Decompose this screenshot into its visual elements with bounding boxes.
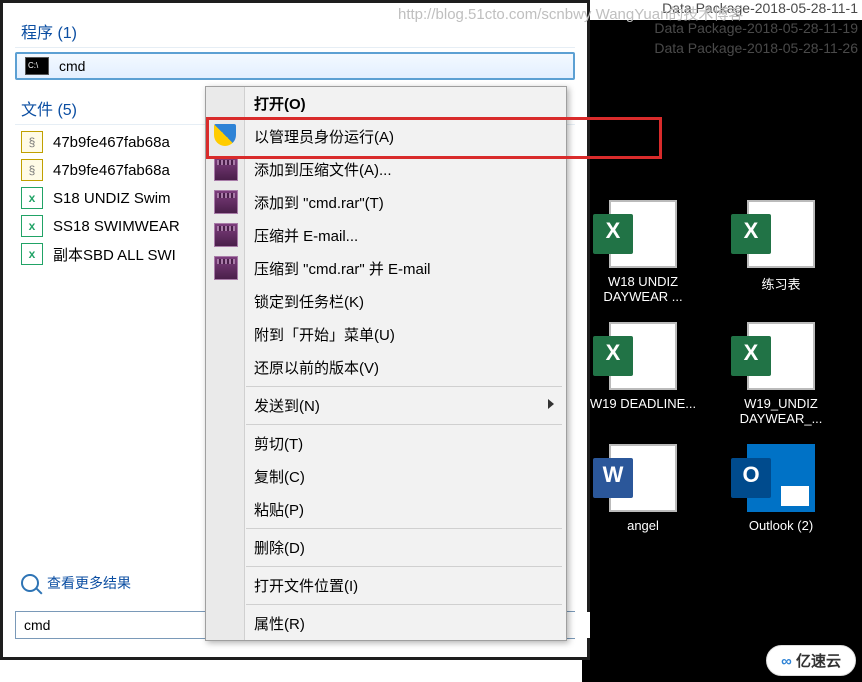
context-menu-item[interactable]: 添加到压缩文件(A)... — [206, 153, 566, 186]
context-menu-separator — [246, 386, 562, 387]
context-menu-item[interactable]: 还原以前的版本(V) — [206, 351, 566, 384]
search-result-label: SS18 SWIMWEAR — [53, 218, 180, 235]
search-result-label: cmd — [59, 58, 85, 74]
search-result-label: S18 UNDIZ Swim — [53, 190, 171, 207]
context-menu-item[interactable]: 粘贴(P) — [206, 493, 566, 526]
desktop-file-label: W19_UNDIZ DAYWEAR_... — [740, 396, 823, 426]
excel-icon: x — [21, 187, 43, 209]
script-icon: § — [21, 159, 43, 181]
rar-icon — [214, 256, 238, 280]
yisu-logo: ∞ 亿速云 — [766, 645, 856, 676]
context-menu-separator — [246, 566, 562, 567]
excel-icon — [609, 322, 677, 390]
excel-icon — [747, 200, 815, 268]
rar-icon — [214, 190, 238, 214]
context-menu-item[interactable]: 锁定到任务栏(K) — [206, 285, 566, 318]
desktop-file[interactable]: Outlook (2) — [726, 444, 836, 533]
desktop-file[interactable]: W18 UNDIZ DAYWEAR ... — [588, 200, 698, 304]
desktop-file[interactable]: W19 DEADLINE... — [588, 322, 698, 426]
chevron-right-icon — [548, 399, 554, 409]
rar-icon — [214, 223, 238, 247]
context-menu-item[interactable]: 添加到 "cmd.rar"(T) — [206, 186, 566, 219]
desktop-file[interactable]: angel — [588, 444, 698, 533]
shield-icon — [214, 124, 236, 146]
context-menu-item[interactable]: 复制(C) — [206, 460, 566, 493]
script-icon: § — [21, 131, 43, 153]
context-menu-item[interactable]: 打开文件位置(I) — [206, 569, 566, 602]
desktop-file-label: W19 DEADLINE... — [590, 396, 696, 411]
desktop-area: W18 UNDIZ DAYWEAR ... 练习表 W19 DEADLINE..… — [582, 0, 862, 682]
search-result-label: 47b9fe467fab68a — [53, 134, 170, 151]
rar-icon — [214, 157, 238, 181]
outlook-icon — [747, 444, 815, 512]
divider — [15, 47, 575, 48]
context-menu-separator — [246, 528, 562, 529]
search-icon — [21, 574, 39, 592]
cmd-icon: C:\ — [25, 57, 49, 75]
context-menu-separator — [246, 424, 562, 425]
excel-icon: x — [21, 215, 43, 237]
search-result-label: 副本SBD ALL SWI — [53, 244, 176, 265]
context-menu-item[interactable]: 发送到(N) — [206, 389, 566, 422]
context-menu-item[interactable]: 压缩并 E-mail... — [206, 219, 566, 252]
context-menu-item[interactable]: 压缩到 "cmd.rar" 并 E-mail — [206, 252, 566, 285]
desktop-file-label: Outlook (2) — [749, 518, 813, 533]
context-menu-item[interactable]: 属性(R) — [206, 607, 566, 640]
desktop-file[interactable]: W19_UNDIZ DAYWEAR_... — [726, 322, 836, 426]
context-menu-item[interactable]: 附到「开始」菜单(U) — [206, 318, 566, 351]
desktop-file[interactable]: 练习表 — [726, 200, 836, 304]
desktop-file-label: W18 UNDIZ DAYWEAR ... — [603, 274, 682, 304]
watermark-text: http://blog.51cto.com/scnbwy WangYuan的技术… — [398, 3, 743, 24]
desktop-file-label: 练习表 — [761, 277, 800, 292]
context-menu-separator — [246, 604, 562, 605]
context-menu-item[interactable]: 打开(O) — [206, 87, 566, 120]
context-menu-item[interactable]: 以管理员身份运行(A) — [206, 120, 566, 153]
see-more-label: 查看更多结果 — [47, 573, 131, 593]
top-file-3: Data Package-2018-05-28-11-26 — [654, 40, 858, 56]
context-menu: 打开(O)以管理员身份运行(A)添加到压缩文件(A)...添加到 "cmd.ra… — [205, 86, 567, 641]
search-result-label: 47b9fe467fab68a — [53, 162, 170, 179]
context-menu-item[interactable]: 剪切(T) — [206, 427, 566, 460]
excel-icon — [609, 200, 677, 268]
see-more-results[interactable]: 查看更多结果 — [21, 573, 131, 593]
excel-icon: x — [21, 243, 43, 265]
search-result-cmd[interactable]: C:\ cmd — [15, 52, 575, 80]
context-menu-item[interactable]: 删除(D) — [206, 531, 566, 564]
excel-icon — [747, 322, 815, 390]
word-icon — [609, 444, 677, 512]
desktop-file-label: angel — [627, 518, 659, 533]
